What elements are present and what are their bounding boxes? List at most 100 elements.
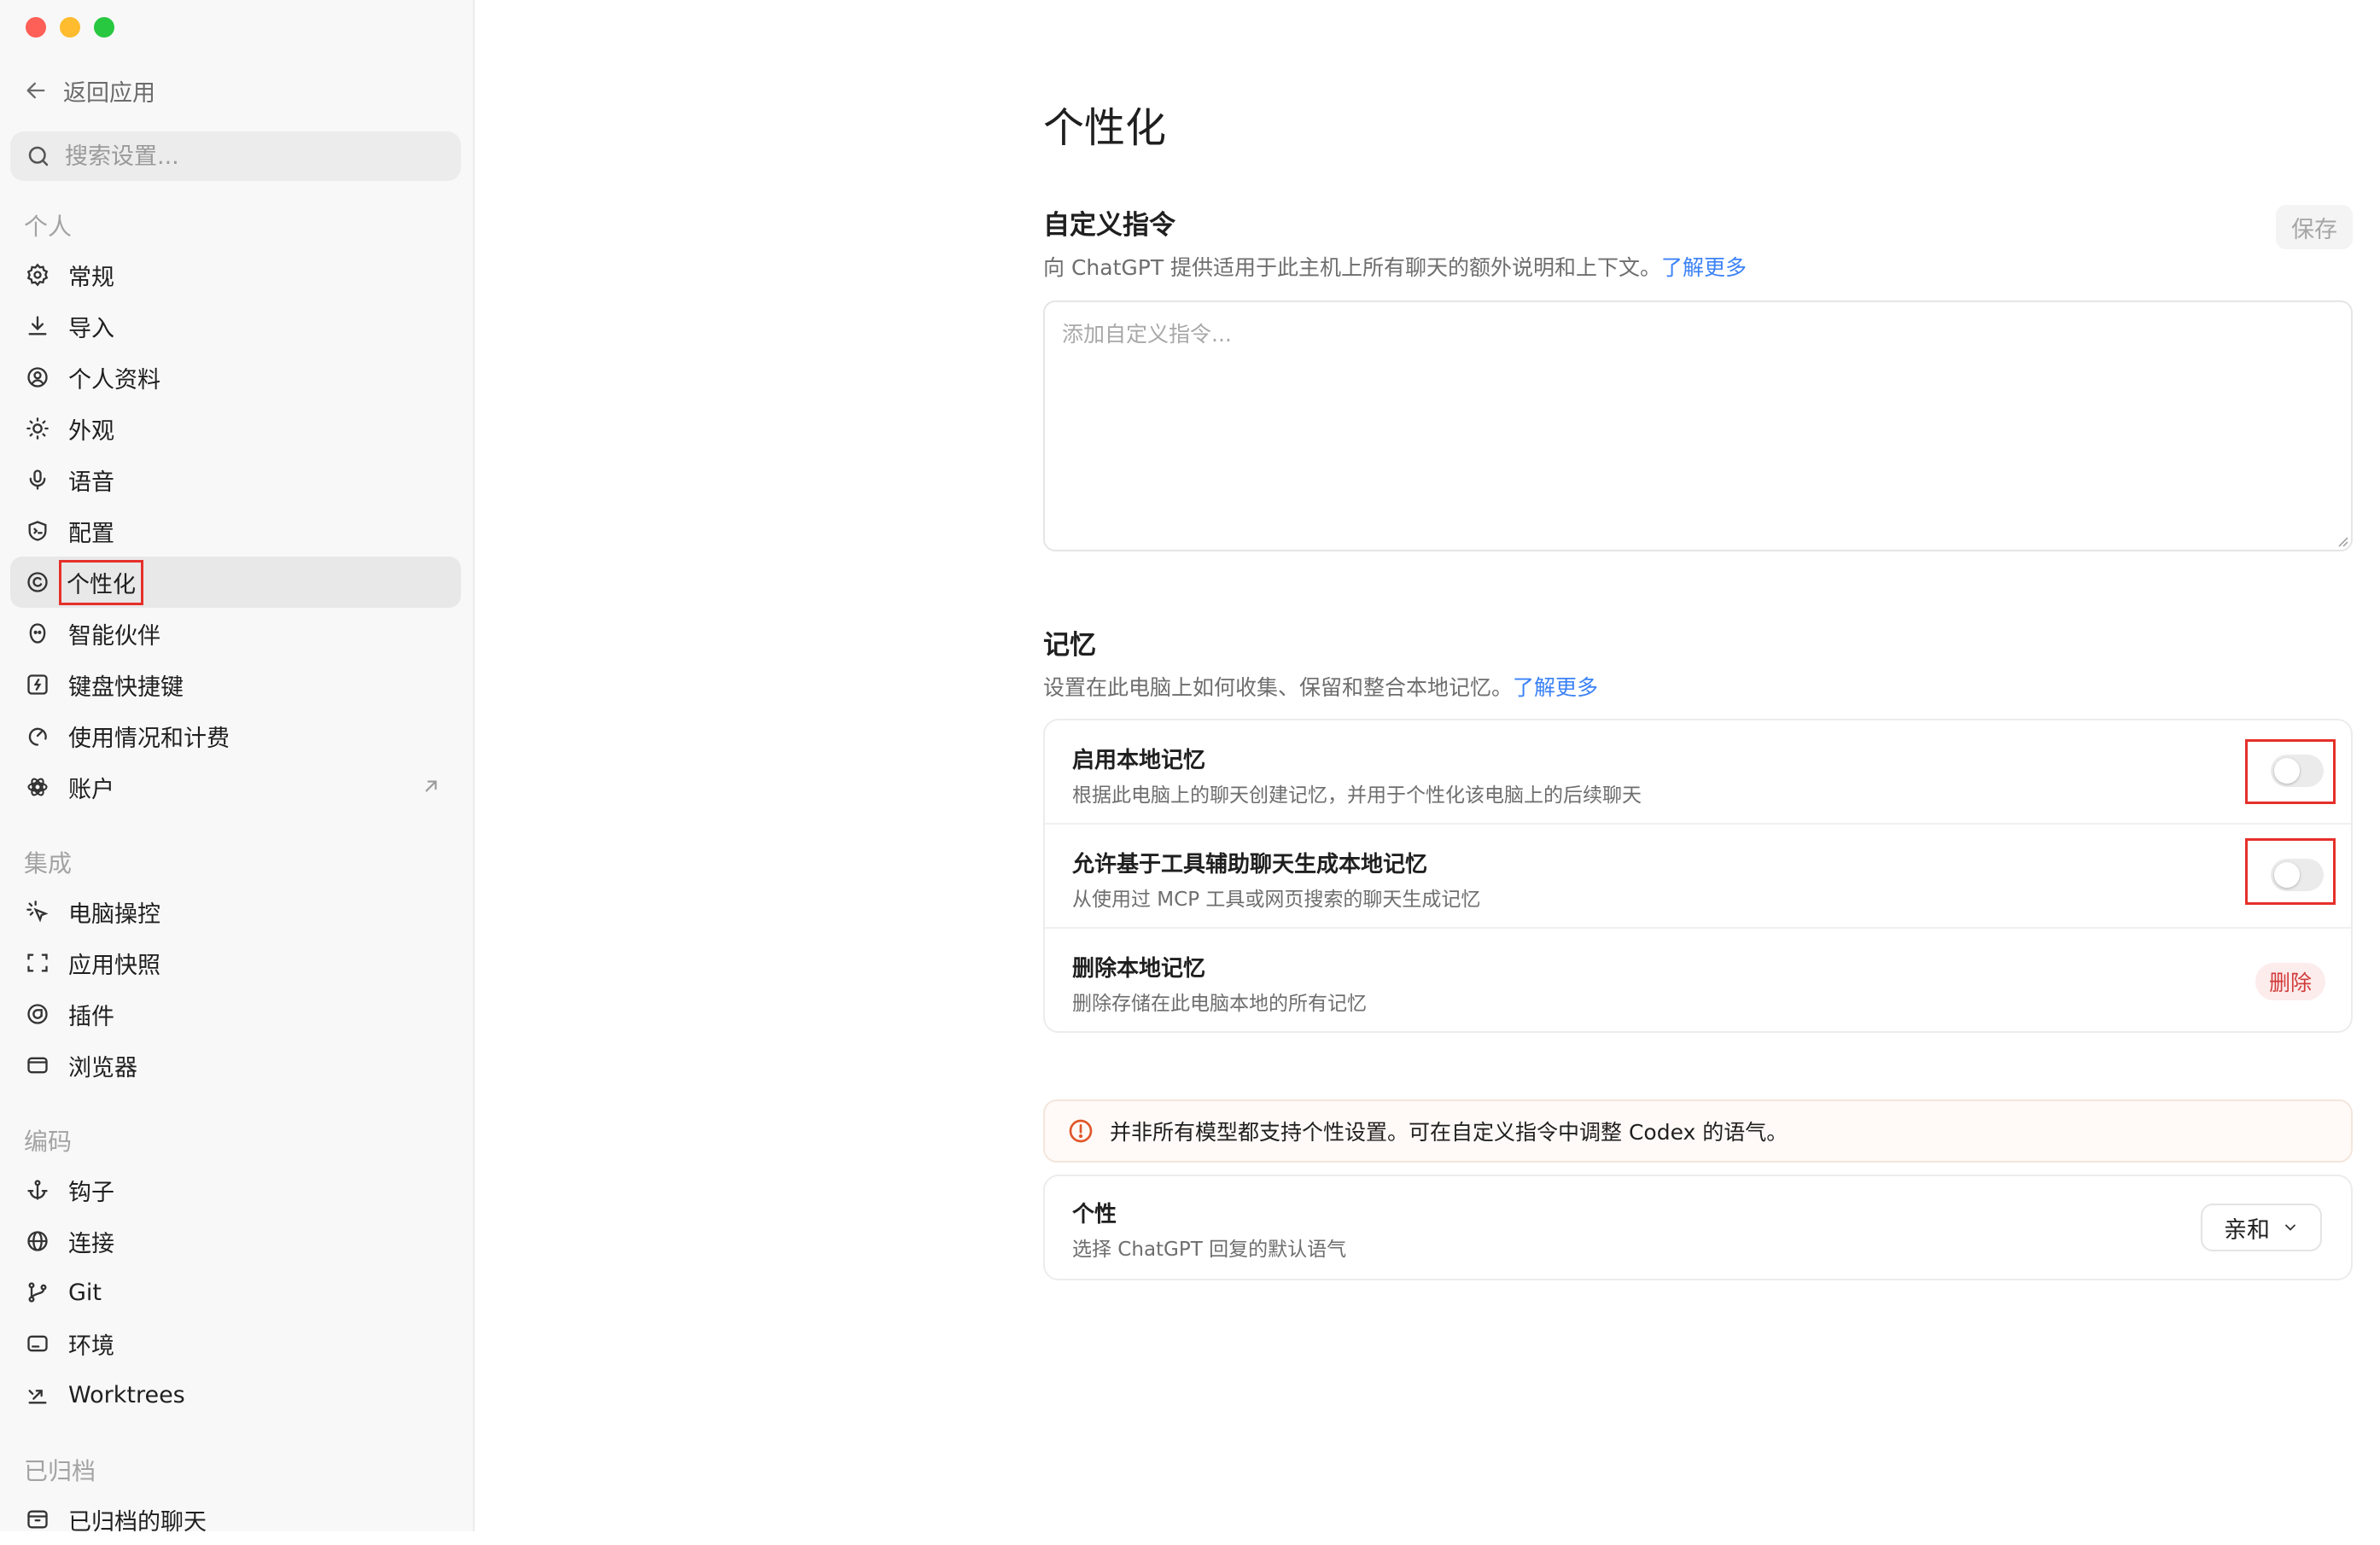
search-input[interactable] xyxy=(63,142,442,171)
settings-nav: 个人 常规 导入 个人资料 外观 语音 配置 个性化 智能伙伴 键盘快捷键 使用… xyxy=(10,201,461,1545)
sidebar-item-label: 应用快照 xyxy=(68,952,160,979)
personality-select[interactable]: 亲和 xyxy=(2201,1204,2322,1251)
environment-icon xyxy=(26,1332,50,1356)
warning-icon xyxy=(1067,1117,1094,1145)
learn-more-link[interactable]: 了解更多 xyxy=(1661,255,1747,280)
gauge-icon xyxy=(26,724,50,748)
smile-icon xyxy=(26,570,50,594)
sidebar: 返回应用 个人 常规 导入 个人资料 外观 语音 xyxy=(0,0,475,1536)
sidebar-item-plugins[interactable]: 插件 xyxy=(10,988,461,1040)
sidebar-item-account[interactable]: 账户 xyxy=(10,761,461,813)
custom-instructions-desc: 向 ChatGPT 提供适用于此主机上所有聊天的额外说明和上下文。了解更多 xyxy=(1043,251,1747,282)
custom-instructions-title: 自定义指令 xyxy=(1043,210,1175,241)
companion-icon xyxy=(26,621,50,645)
sidebar-item-label: 外观 xyxy=(68,417,114,445)
sidebar-item-label: 电脑操控 xyxy=(68,901,160,928)
back-to-app-button[interactable]: 返回应用 xyxy=(24,72,155,109)
sidebar-item-usage[interactable]: 使用情况和计费 xyxy=(10,710,461,761)
learn-more-link[interactable]: 了解更多 xyxy=(1513,675,1598,700)
keyboard-icon xyxy=(26,673,50,697)
memory-row-delete: 删除本地记忆 删除存储在此电脑本地的所有记忆 删除 xyxy=(1045,927,2351,1031)
toggle-knob xyxy=(2274,758,2300,784)
back-to-app-label: 返回应用 xyxy=(63,79,155,107)
sidebar-item-personalization[interactable]: 个性化 xyxy=(10,557,461,608)
git-branch-icon xyxy=(26,1280,50,1304)
sidebar-item-label: 连接 xyxy=(68,1230,114,1257)
config-icon xyxy=(26,519,50,543)
row-title: 允许基于工具辅助聊天生成本地记忆 xyxy=(1072,852,1428,877)
worktree-icon xyxy=(26,1383,50,1407)
minimize-window-button[interactable] xyxy=(60,17,80,38)
sidebar-item-voice[interactable]: 语音 xyxy=(10,454,461,505)
delete-memory-button[interactable]: 删除 xyxy=(2255,963,2325,1000)
tool-chat-memory-toggle[interactable] xyxy=(2271,859,2324,891)
sidebar-item-general[interactable]: 常规 xyxy=(10,249,461,300)
close-window-button[interactable] xyxy=(26,17,46,38)
archive-icon xyxy=(26,1507,50,1531)
browser-icon xyxy=(26,1053,50,1077)
resize-handle-icon[interactable] xyxy=(2336,534,2349,548)
sidebar-item-app-snapshot[interactable]: 应用快照 xyxy=(10,937,461,988)
custom-instructions-desc-text: 向 ChatGPT 提供适用于此主机上所有聊天的额外说明和上下文。 xyxy=(1043,255,1662,280)
sidebar-item-environments[interactable]: 环境 xyxy=(10,1318,461,1369)
sidebar-item-companion[interactable]: 智能伙伴 xyxy=(10,608,461,659)
custom-instructions-input[interactable] xyxy=(1043,300,2353,551)
sidebar-item-label: 浏览器 xyxy=(68,1054,137,1082)
sidebar-item-connections[interactable]: 连接 xyxy=(10,1216,461,1267)
sidebar-item-label: 使用情况和计费 xyxy=(68,725,230,752)
settings-search[interactable] xyxy=(10,131,461,181)
nav-group-title: 集成 xyxy=(24,849,73,877)
zoom-window-button[interactable] xyxy=(94,17,114,38)
sidebar-item-label: 配置 xyxy=(68,520,114,547)
plugin-icon xyxy=(26,1002,50,1026)
sidebar-item-label: 账户 xyxy=(68,776,114,803)
memory-row-tool-chats: 允许基于工具辅助聊天生成本地记忆 从使用过 MCP 工具或网页搜索的聊天生成记忆 xyxy=(1045,823,2351,927)
memory-row-enable-local: 启用本地记忆 根据此电脑上的聊天创建记忆，并用于个性化该电脑上的后续聊天 xyxy=(1045,720,2351,823)
sidebar-item-shortcuts[interactable]: 键盘快捷键 xyxy=(10,659,461,710)
mic-icon xyxy=(26,468,50,492)
anchor-icon xyxy=(26,1178,50,1202)
sun-icon xyxy=(26,417,50,440)
row-title: 删除本地记忆 xyxy=(1072,956,1206,982)
toggle-knob xyxy=(2274,862,2300,888)
pointer-icon xyxy=(26,900,50,924)
sidebar-item-label: 钩子 xyxy=(68,1179,114,1206)
sidebar-item-label: 插件 xyxy=(68,1003,114,1030)
download-icon xyxy=(26,314,50,338)
sidebar-item-profile[interactable]: 个人资料 xyxy=(10,352,461,403)
sidebar-item-config[interactable]: 配置 xyxy=(10,505,461,557)
sidebar-item-worktrees[interactable]: Worktrees xyxy=(10,1369,461,1420)
row-title: 启用本地记忆 xyxy=(1072,748,1206,773)
search-icon xyxy=(26,143,51,169)
nav-group-title: 已归档 xyxy=(24,1457,96,1485)
memory-desc-text: 设置在此电脑上如何收集、保留和整合本地记忆。 xyxy=(1043,675,1514,700)
sidebar-item-archived-chats[interactable]: 已归档的聊天 xyxy=(10,1494,461,1545)
sidebar-item-browser[interactable]: 浏览器 xyxy=(10,1040,461,1091)
sidebar-item-label: 语音 xyxy=(68,469,114,496)
sidebar-item-label: 常规 xyxy=(68,264,114,291)
sidebar-item-label: 智能伙伴 xyxy=(68,622,160,650)
sidebar-item-git[interactable]: Git xyxy=(10,1267,461,1318)
sidebar-item-label: 个性化 xyxy=(59,559,143,605)
external-link-icon xyxy=(420,775,442,797)
page-title: 个性化 xyxy=(1043,104,1167,152)
sidebar-item-hooks[interactable]: 钩子 xyxy=(10,1164,461,1216)
sidebar-item-label: 环境 xyxy=(68,1332,114,1360)
sidebar-item-label: 键盘快捷键 xyxy=(68,673,184,701)
save-button[interactable]: 保存 xyxy=(2276,205,2353,249)
sidebar-item-computer-control[interactable]: 电脑操控 xyxy=(10,886,461,937)
nav-group-title: 个人 xyxy=(24,213,73,241)
personality-title: 个性 xyxy=(1072,1202,1117,1227)
openai-icon xyxy=(26,775,50,799)
personality-notice: 并非所有模型都支持个性设置。可在自定义指令中调整 Codex 的语气。 xyxy=(1043,1099,2353,1163)
row-desc: 根据此电脑上的聊天创建记忆，并用于个性化该电脑上的后续聊天 xyxy=(1072,784,1642,807)
sidebar-item-label: 导入 xyxy=(68,315,114,342)
sidebar-item-import[interactable]: 导入 xyxy=(10,300,461,352)
notice-text: 并非所有模型都支持个性设置。可在自定义指令中调整 Codex 的语气。 xyxy=(1110,1120,1788,1145)
memory-title: 记忆 xyxy=(1043,630,1096,661)
profile-icon xyxy=(26,365,50,389)
enable-local-memory-toggle[interactable] xyxy=(2271,755,2324,787)
globe-icon xyxy=(26,1229,50,1253)
sidebar-item-appearance[interactable]: 外观 xyxy=(10,403,461,454)
window-controls xyxy=(26,17,114,38)
